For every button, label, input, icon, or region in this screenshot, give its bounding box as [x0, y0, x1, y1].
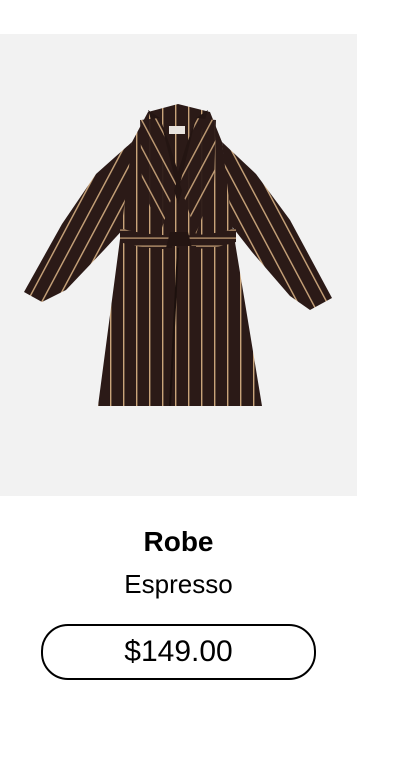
robe-illustration: [24, 104, 332, 407]
product-variant: Espresso: [124, 569, 233, 599]
product-title[interactable]: Robe: [0, 524, 357, 560]
product-card[interactable]: Robe Espresso $149.00: [0, 0, 400, 765]
product-image[interactable]: [0, 34, 357, 496]
price-label: $149.00: [124, 635, 233, 668]
price-button[interactable]: $149.00: [41, 624, 316, 680]
